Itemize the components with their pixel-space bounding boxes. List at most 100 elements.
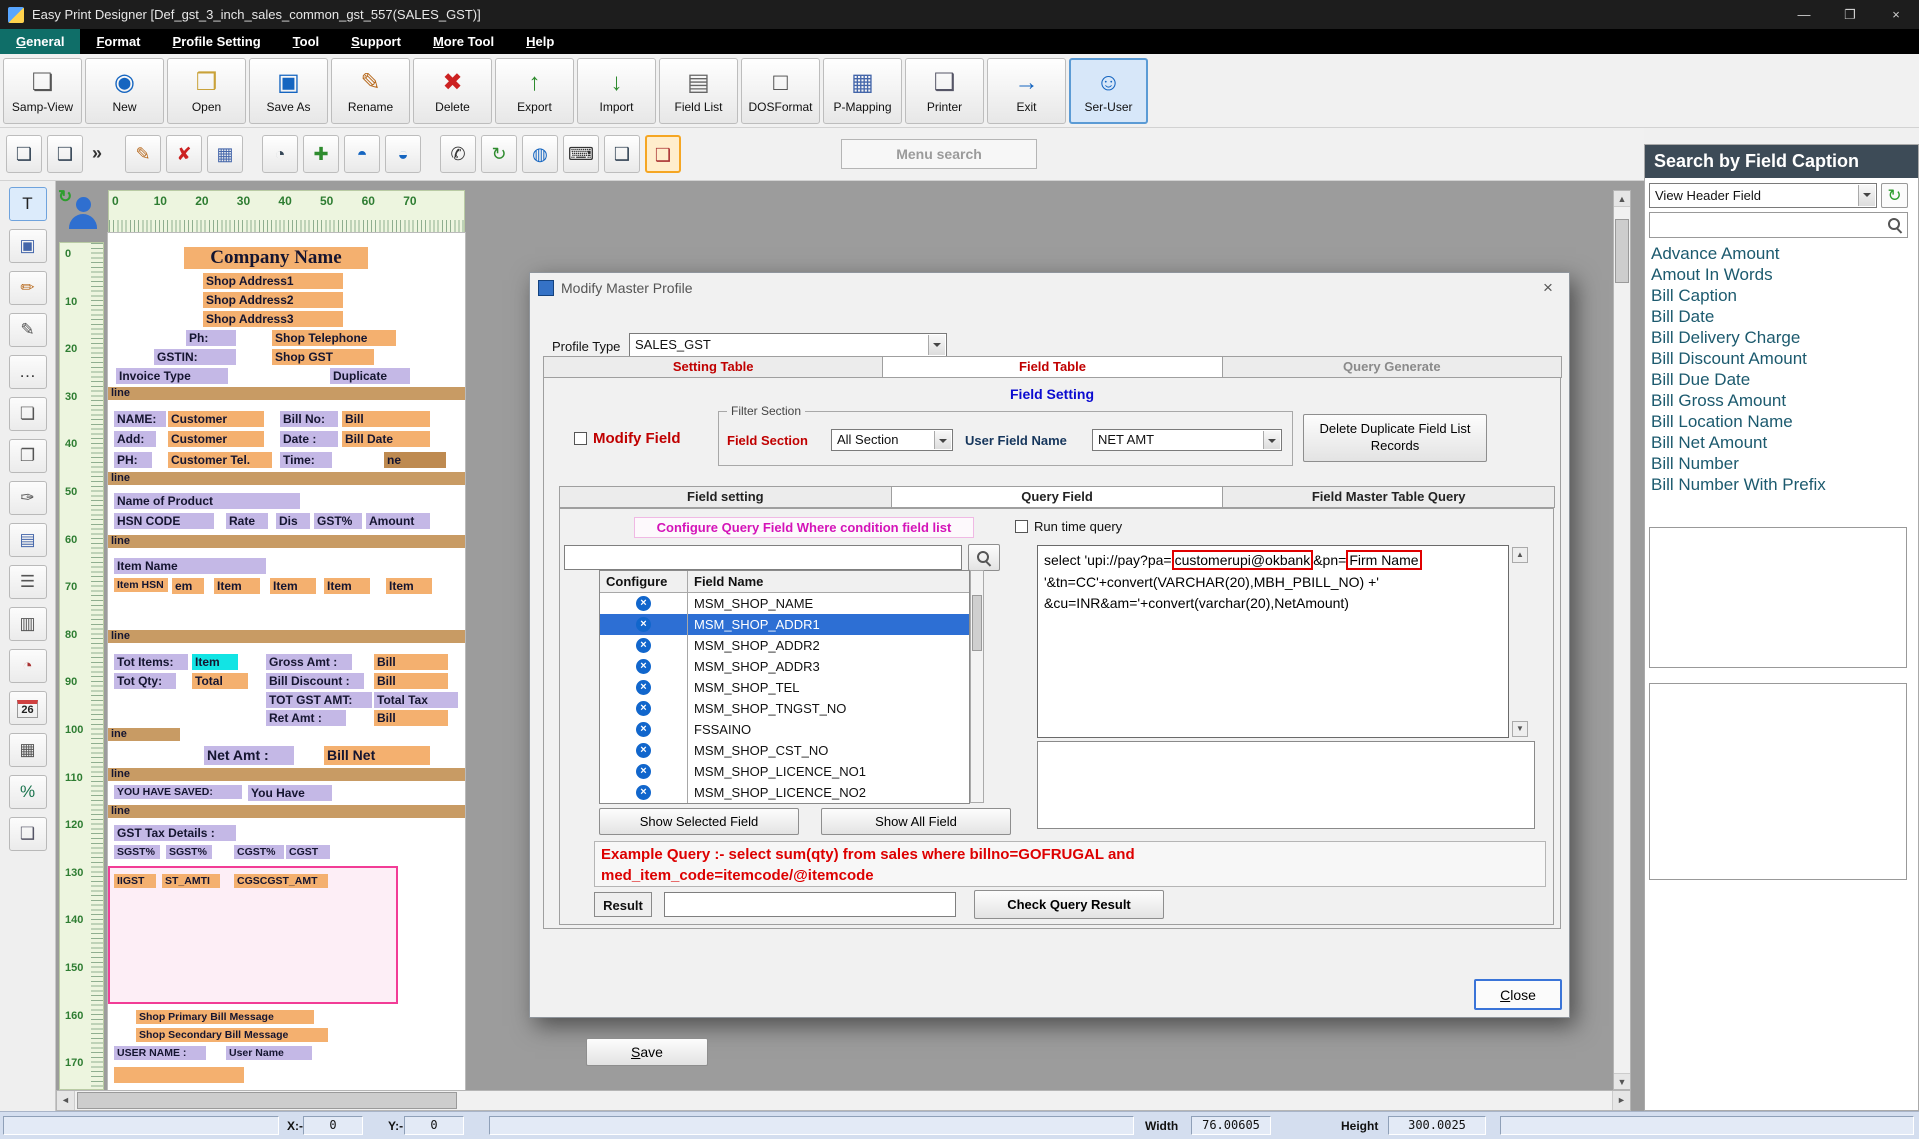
- field-caption-item[interactable]: Bill Discount Amount: [1649, 348, 1911, 369]
- scroll-up-icon[interactable]: ▲: [1614, 191, 1630, 207]
- menu-item-general[interactable]: General: [0, 29, 80, 54]
- template-line[interactable]: line: [108, 472, 465, 485]
- template-field[interactable]: Item: [192, 654, 238, 670]
- template-field[interactable]: CGST%: [234, 845, 284, 859]
- template-field[interactable]: Total: [192, 673, 248, 689]
- template-line[interactable]: line: [108, 387, 465, 400]
- phone-icon[interactable]: ✆: [440, 135, 476, 173]
- template-field[interactable]: Amount: [366, 513, 430, 529]
- menu-item-format[interactable]: Format: [80, 29, 156, 54]
- maximize-icon[interactable]: ❐: [1827, 0, 1873, 29]
- template-field[interactable]: Item: [386, 578, 432, 594]
- percent-tool-icon[interactable]: %: [9, 775, 47, 809]
- upload-icon[interactable]: ◓: [344, 135, 380, 173]
- template-line[interactable]: line: [108, 805, 465, 818]
- field-table-scrollbar[interactable]: [970, 570, 984, 803]
- template-field[interactable]: em: [172, 578, 204, 594]
- template-field[interactable]: Shop Address3: [203, 311, 343, 327]
- edit-template-icon[interactable]: ✎: [125, 135, 161, 173]
- template-field[interactable]: Shop Primary Bill Message: [136, 1010, 314, 1024]
- schedule-icon[interactable]: ◔: [262, 135, 298, 173]
- remove-field-icon[interactable]: ×: [636, 701, 651, 716]
- remove-field-icon[interactable]: ×: [636, 743, 651, 758]
- toolbar-button-printer[interactable]: ❑Printer: [905, 58, 984, 124]
- print-tool-icon[interactable]: ❑: [9, 817, 47, 851]
- print-preview-icon[interactable]: ❏: [6, 135, 42, 173]
- template-field[interactable]: YOU HAVE SAVED:: [114, 785, 242, 799]
- template-field[interactable]: GST%: [314, 513, 362, 529]
- field-caption-item[interactable]: Bill Location Name: [1649, 411, 1911, 432]
- template-field[interactable]: NAME:: [114, 411, 166, 427]
- template-field[interactable]: GST Tax Details :: [114, 825, 236, 841]
- query-editor[interactable]: select 'upi://pay?pa=customerupi@okbank&…: [1037, 545, 1509, 738]
- toolbar-button-exit[interactable]: →Exit: [987, 58, 1066, 124]
- template-field[interactable]: HSN CODE: [114, 513, 214, 529]
- mapping-icon[interactable]: ▦: [207, 135, 243, 173]
- toolbar-button-field-list[interactable]: ▤Field List: [659, 58, 738, 124]
- toolbar-button-rename[interactable]: ✎Rename: [331, 58, 410, 124]
- template-field[interactable]: Date :: [280, 431, 338, 447]
- keyboard-icon[interactable]: ⌨: [563, 135, 599, 173]
- tab-field-setting[interactable]: Field setting: [559, 486, 892, 508]
- template-field[interactable]: Bill Discount :: [266, 673, 364, 689]
- template-line[interactable]: line: [108, 630, 465, 643]
- field-caption-item[interactable]: Bill Date: [1649, 306, 1911, 327]
- template-field[interactable]: Item HSN: [114, 578, 168, 592]
- template-field[interactable]: Shop Secondary Bill Message: [136, 1028, 328, 1042]
- query-scroll-down-icon[interactable]: ▼: [1512, 721, 1528, 737]
- remove-field-icon[interactable]: ×: [636, 638, 651, 653]
- numbered-list-icon[interactable]: ☰: [9, 565, 47, 599]
- calendar-icon[interactable]: 26: [9, 691, 47, 725]
- text-tool-icon[interactable]: T: [9, 187, 47, 221]
- toolbar-button-delete[interactable]: ✖Delete: [413, 58, 492, 124]
- download-icon[interactable]: ◒: [385, 135, 421, 173]
- vertical-scroll-thumb[interactable]: [1615, 219, 1629, 283]
- field-caption-item[interactable]: Bill Caption: [1649, 285, 1911, 306]
- template-field[interactable]: Bill No:: [280, 411, 338, 427]
- profile-type-select[interactable]: SALES_GST: [629, 333, 947, 357]
- dialog-close-icon[interactable]: ×: [1537, 278, 1559, 298]
- remove-field-icon[interactable]: ×: [636, 659, 651, 674]
- template-field[interactable]: GSTIN:: [154, 349, 236, 365]
- quick-print-icon[interactable]: ❑: [47, 135, 83, 173]
- chevron-down-icon[interactable]: [1858, 185, 1875, 206]
- field-caption-item[interactable]: Bill Number: [1649, 453, 1911, 474]
- checkbox-icon[interactable]: [1015, 520, 1028, 533]
- field-caption-item[interactable]: Bill Number With Prefix: [1649, 474, 1911, 495]
- field-row-fssaino[interactable]: ×FSSAINO: [600, 719, 969, 740]
- template-field[interactable]: Add:: [114, 431, 156, 447]
- dots-tool-icon[interactable]: …: [9, 355, 47, 389]
- save-button[interactable]: Save: [586, 1038, 708, 1066]
- toolbar-button-p-mapping[interactable]: ▦P-Mapping: [823, 58, 902, 124]
- template-field[interactable]: [114, 1067, 244, 1083]
- delete-duplicate-button[interactable]: Delete Duplicate Field List Records: [1303, 414, 1487, 462]
- field-caption-item[interactable]: Bill Net Amount: [1649, 432, 1911, 453]
- menu-search-input[interactable]: [841, 139, 1037, 169]
- field-caption-item[interactable]: Bill Due Date: [1649, 369, 1911, 390]
- close-button[interactable]: Close: [1474, 979, 1562, 1010]
- field-row-msm-shop-addr1[interactable]: ×MSM_SHOP_ADDR1: [600, 614, 969, 635]
- pen-tool-icon[interactable]: ✎: [9, 313, 47, 347]
- template-field[interactable]: Ret Amt :: [266, 710, 346, 726]
- template-field[interactable]: Rate: [226, 513, 268, 529]
- grid-tool-icon[interactable]: ▦: [9, 733, 47, 767]
- menu-item-more-tool[interactable]: More Tool: [417, 29, 510, 54]
- field-caption-item[interactable]: Bill Delivery Charge: [1649, 327, 1911, 348]
- show-selected-field-button[interactable]: Show Selected Field: [599, 808, 799, 835]
- copy-page-icon[interactable]: ❐: [9, 439, 47, 473]
- chevron-down-icon[interactable]: [1263, 431, 1280, 449]
- template-field[interactable]: Bill: [342, 411, 430, 427]
- chart-tool-icon[interactable]: ◔: [9, 649, 47, 683]
- canvas-horizontal-scrollbar[interactable]: ◄ ►: [56, 1090, 1631, 1111]
- menu-item-help[interactable]: Help: [510, 29, 570, 54]
- dialog-title-bar[interactable]: Modify Master Profile ×: [530, 273, 1569, 303]
- template-field[interactable]: Duplicate: [330, 368, 410, 384]
- template-field[interactable]: Name of Product: [114, 493, 300, 509]
- sync-icon[interactable]: ↻: [481, 135, 517, 173]
- globe-icon[interactable]: ◍: [522, 135, 558, 173]
- template-field[interactable]: Tot Items:: [114, 654, 188, 670]
- template-field[interactable]: TOT GST AMT:: [266, 692, 372, 708]
- field-caption-item[interactable]: Amout In Words: [1649, 264, 1911, 285]
- template-field[interactable]: Bill: [374, 710, 448, 726]
- template-field[interactable]: Ph:: [186, 330, 236, 346]
